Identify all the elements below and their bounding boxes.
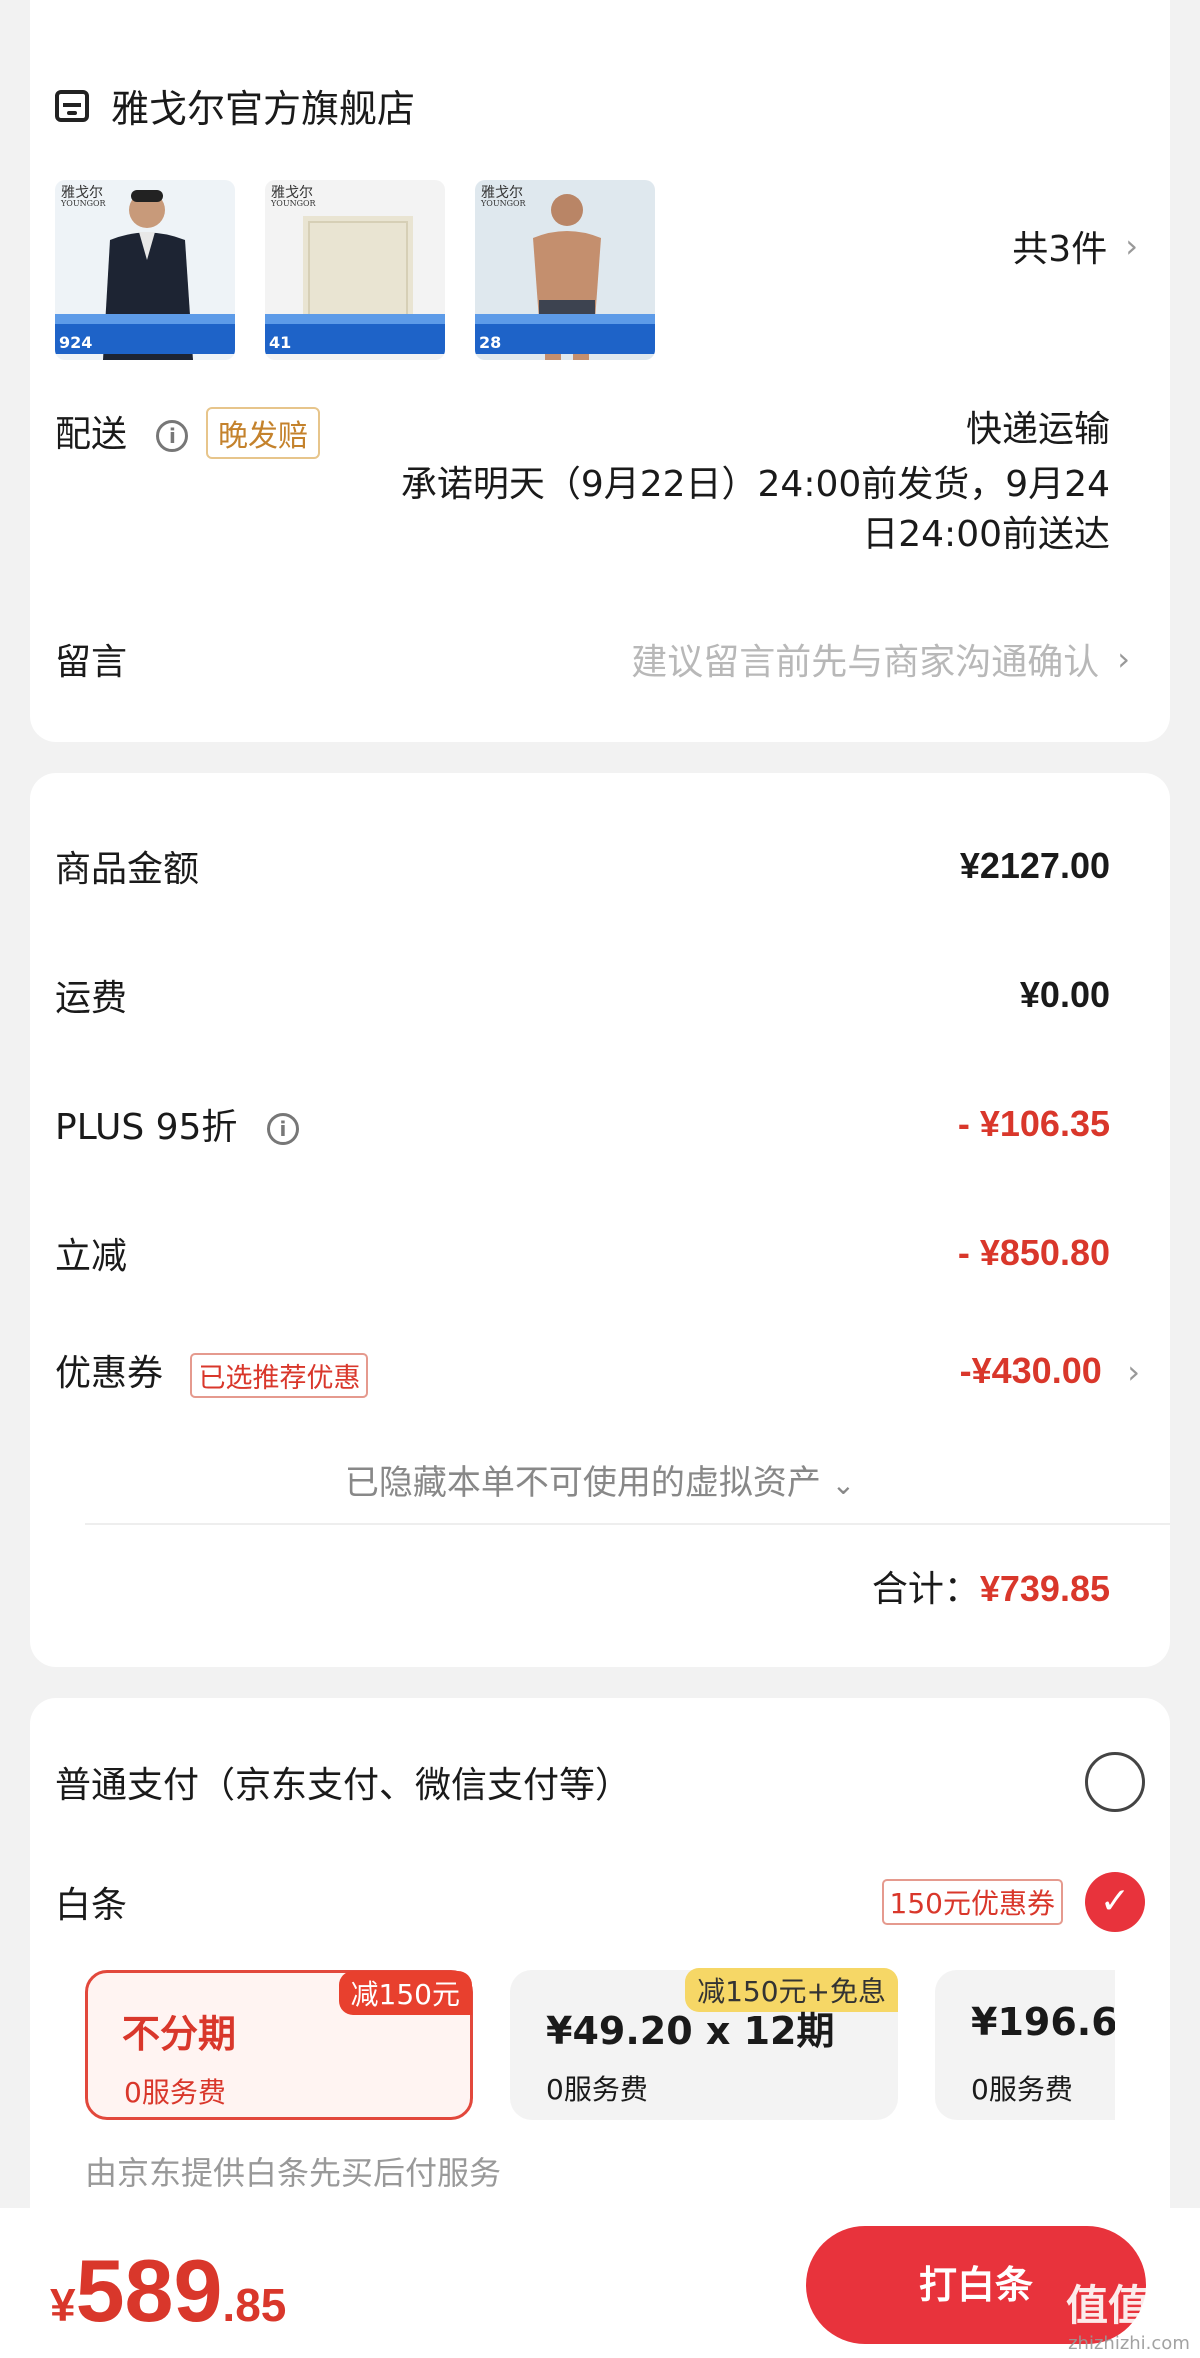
coupon-value: -¥430.00 (959, 1349, 1102, 1391)
total-label: 合计： (871, 1569, 980, 1610)
chevron-down-icon: ⌄ (831, 1468, 856, 1501)
plan-12-periods[interactable]: 减150元+免息 ¥49.20 x 12期 0服务费 (510, 1968, 898, 2120)
plus-discount-label: PLUS 95折 (55, 1107, 238, 1148)
plan-badge: 减150元 (338, 1971, 472, 2015)
installment-plans: 减150元 不分期 0服务费 减150元+免息 ¥49.20 x 12期 0服务… (85, 1950, 1115, 2136)
total-value: ¥739.85 (979, 1568, 1110, 1609)
plan-other[interactable]: ¥196.63 0服务费 (935, 1970, 1115, 2120)
promo-number: 41 (269, 333, 292, 352)
plan-fee: 0服务费 (124, 2076, 226, 2109)
promo-number: 924 (59, 333, 93, 352)
amount-card (30, 773, 1170, 1667)
coupon-label: 优惠券 (55, 1353, 164, 1394)
divider (85, 1523, 1170, 1525)
message-placeholder: 建议留言前先与商家沟通确认 (631, 642, 1100, 683)
product-thumb-underwear[interactable]: 雅戈尔 YOUNGOR 28 (475, 180, 655, 360)
hidden-assets-toggle[interactable]: 已隐藏本单不可使用的虚拟资产 ⌄ (0, 1455, 1200, 1504)
delivery-row: 配送 i (55, 405, 189, 457)
info-icon[interactable]: i (156, 420, 189, 452)
checkmark-icon[interactable]: ✓ (1085, 1872, 1145, 1932)
instant-discount-value: - ¥850.80 (957, 1232, 1110, 1273)
product-thumb-jacket[interactable]: 雅戈尔 YOUNGOR 924 (55, 180, 235, 360)
normal-payment-option[interactable]: 普通支付（京东支付、微信支付等） (55, 1752, 1145, 1812)
store-header[interactable]: 雅戈尔官方旗舰店 (55, 78, 415, 133)
info-icon[interactable]: i (266, 1113, 299, 1145)
late-compensation-tag: 晚发赔 (206, 407, 320, 459)
shipping-fee-row: 运费 ¥0.00 (55, 969, 1110, 1021)
baitiao-payment-option[interactable]: 白条 150元优惠券 ✓ (55, 1872, 1145, 1932)
goods-amount-row: 商品金额 ¥2127.00 (55, 840, 1110, 892)
plus-discount-row: PLUS 95折 i - ¥106.35 (55, 1098, 1110, 1150)
plus-discount-value: - ¥106.35 (957, 1103, 1110, 1144)
delivery-promise-line1: 承诺明天（9月22日）24:00前发货，9月24 (400, 464, 1110, 505)
baitiao-service-note: 由京东提供白条先买后付服务 (85, 2154, 502, 2192)
plan-title: ¥196.63 (971, 2000, 1115, 2044)
store-icon (55, 89, 89, 122)
chevron-right-icon: › (1117, 640, 1130, 678)
message-label: 留言 (55, 642, 128, 683)
chevron-right-icon: › (1127, 1352, 1140, 1391)
product-thumb-towel[interactable]: 雅戈尔 YOUNGOR 41 (265, 180, 445, 360)
instant-discount-label: 立减 (55, 1236, 128, 1277)
item-count-link[interactable]: 共3件 › (1012, 220, 1138, 272)
shipping-fee-label: 运费 (55, 978, 128, 1019)
promo-band (265, 324, 445, 354)
coupon-recommended-tag: 已选推荐优惠 (190, 1352, 369, 1398)
baitiao-coupon-tag: 150元优惠券 (881, 1879, 1063, 1925)
store-name: 雅戈尔官方旗舰店 (111, 87, 416, 131)
goods-amount-value: ¥2127.00 (959, 845, 1110, 886)
plan-fee: 0服务费 (971, 2073, 1073, 2106)
coupon-row[interactable]: 优惠券 已选推荐优惠 -¥430.00 › (55, 1344, 1140, 1398)
item-count: 共3件 (1012, 229, 1108, 270)
normal-payment-radio[interactable] (1085, 1752, 1145, 1812)
shipping-method: 快递运输 (965, 409, 1110, 450)
total-row: 合计：¥739.85 (872, 1560, 1110, 1612)
delivery-promise-line2: 日24:00前送达 (862, 514, 1110, 555)
message-input[interactable]: 建议留言前先与商家沟通确认 › (631, 633, 1130, 685)
promo-band (475, 324, 655, 354)
baitiao-label: 白条 (55, 1885, 128, 1926)
hidden-assets-text: 已隐藏本单不可使用的虚拟资产 (344, 1463, 821, 1503)
shipping-fee-value: ¥0.00 (1019, 974, 1110, 1015)
promo-number: 28 (479, 333, 502, 352)
plan-title: ¥49.20 x 12期 (546, 2009, 835, 2053)
plan-title: 不分期 (122, 2012, 237, 2056)
normal-payment-label: 普通支付（京东支付、微信支付等） (55, 1765, 632, 1806)
site-watermark: 值值值 zhizhizhi.com (1065, 2281, 1192, 2354)
instant-discount-row: 立减 - ¥850.80 (55, 1227, 1110, 1279)
chevron-right-icon: › (1125, 227, 1138, 265)
plan-fee: 0服务费 (546, 2073, 648, 2106)
delivery-label: 配送 (55, 414, 128, 455)
goods-amount-label: 商品金额 (55, 849, 200, 890)
product-thumbnails[interactable]: 雅戈尔 YOUNGOR 924 雅戈尔 YOUNGOR 41 雅戈尔 YOUNGOR (55, 180, 655, 360)
pay-total: ¥589.85 (50, 2241, 287, 2340)
plan-no-installment[interactable]: 减150元 不分期 0服务费 (85, 1970, 473, 2120)
